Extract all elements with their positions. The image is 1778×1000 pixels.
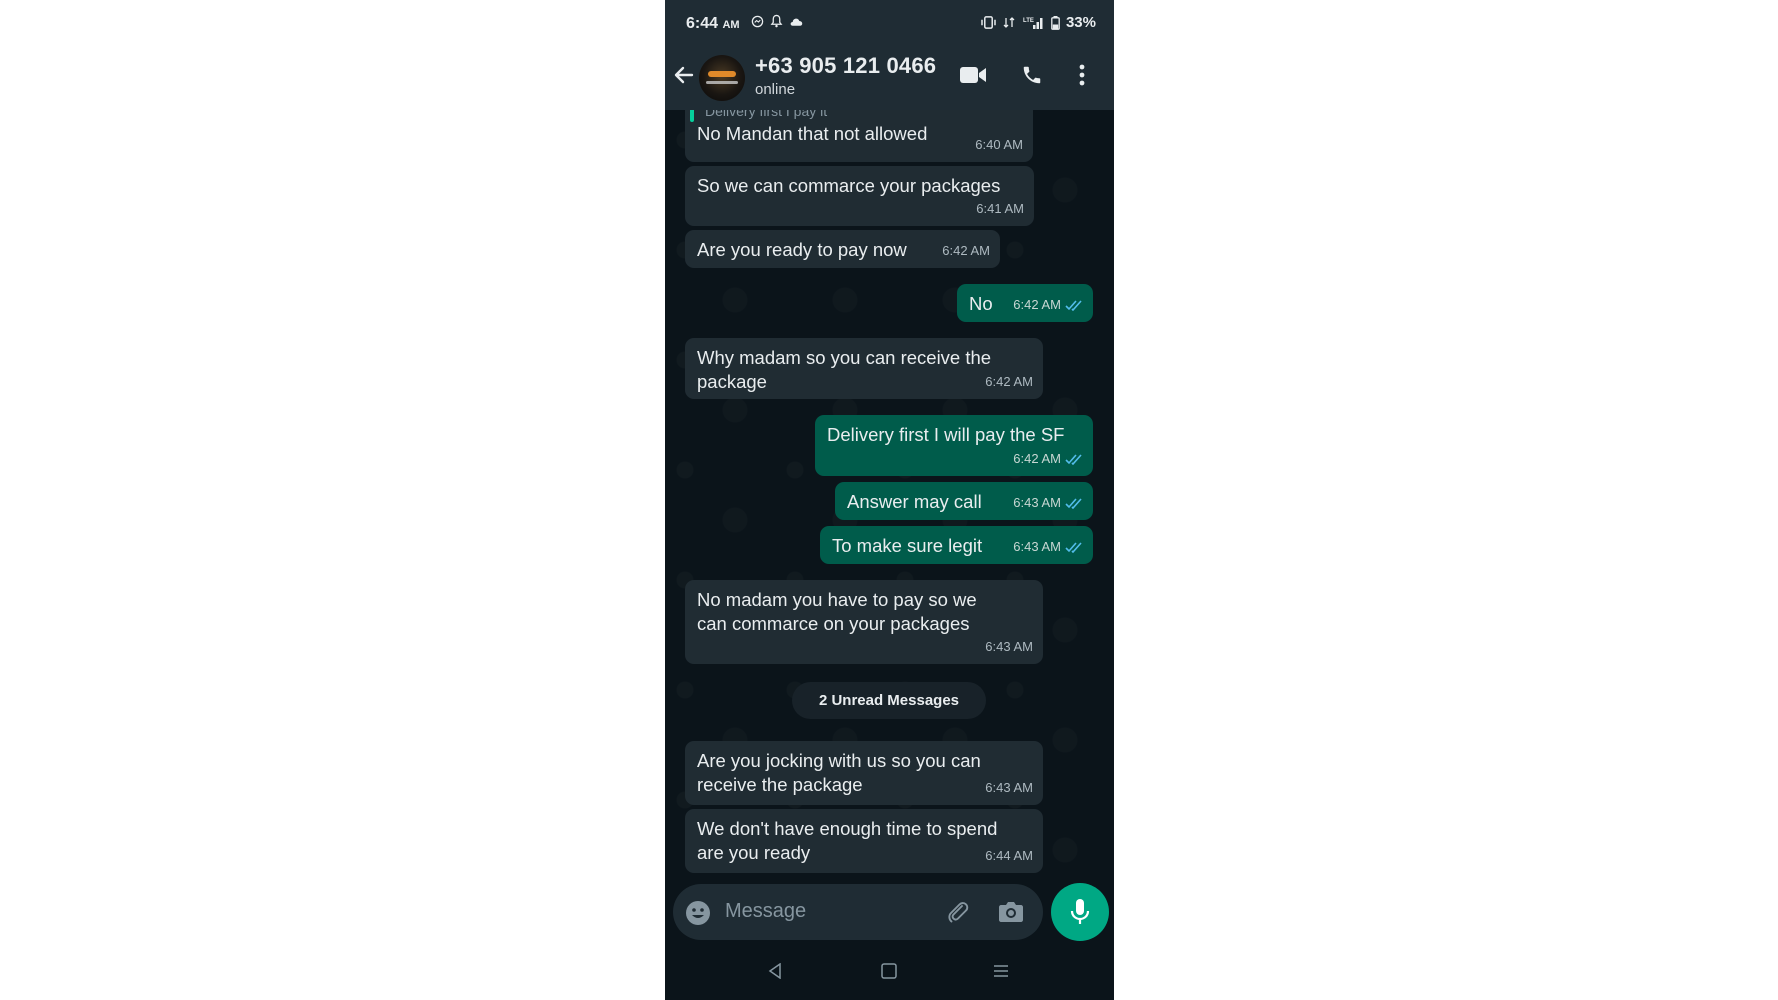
status-bar: 6:44 AM LTE 33% [665,0,1114,48]
messenger-icon [751,15,764,27]
attach-icon[interactable] [945,899,971,925]
quote-bar [690,110,694,122]
contact-status: online [755,81,796,98]
message-bubble[interactable]: No madam you have to pay so we can comma… [685,580,1043,664]
message-line: We don't have enough time to spend [697,818,998,839]
message-bubble[interactable]: Why madam so you can receive the package… [685,338,1043,399]
message-line: are you ready [697,842,811,863]
nav-back-icon[interactable] [768,963,782,979]
battery-icon [1051,15,1060,30]
status-time-ampm: AM [722,19,740,31]
message-text: So we can commarce your packages [697,175,1001,196]
message-line: receive the package [697,774,863,795]
message-time: 6:43 AM [1013,539,1061,554]
message-text: Are you ready to pay now [697,239,907,260]
message-line: Are you jocking with us so you can [697,750,981,771]
read-receipt-icon [1065,541,1082,553]
message-placeholder: Message [725,900,807,922]
message-line: can commarce on your packages [697,613,970,634]
status-time: 6:44 AM [686,15,740,33]
back-arrow-icon[interactable] [673,64,695,86]
message-time: 6:42 AM [1013,451,1061,466]
message-bubble[interactable]: So we can commarce your packages 6:41 AM [685,166,1034,226]
vibrate-icon [981,16,996,29]
status-time-value: 6:44 [686,15,719,32]
message-bubble[interactable]: Are you ready to pay now 6:42 AM [685,230,1000,268]
message-bubble[interactable]: We don't have enough time to spend are y… [685,809,1043,873]
message-bubble[interactable]: Delivery first I pay it No Mandan that n… [685,110,1033,162]
message-text: Why madam so you can receive the package [697,346,991,394]
chat-area[interactable]: Delivery first I pay it No Mandan that n… [665,110,1114,880]
message-time: 6:43 AM [1013,495,1061,510]
data-icon [1003,17,1015,28]
message-text: To make sure legit [832,535,983,556]
read-receipt-icon [1065,497,1082,509]
nav-home-icon[interactable] [881,963,897,979]
message-time: 6:43 AM [985,639,1033,654]
more-vert-icon[interactable] [1079,64,1085,86]
phone-call-icon[interactable] [1021,64,1043,86]
chat-header: +63 905 121 0466 online [665,48,1114,110]
message-line: No madam you have to pay so we [697,589,977,610]
battery-percent: 33% [1065,14,1096,31]
message-bubble[interactable]: No 6:42 AM [957,284,1093,322]
message-text: No Mandan that not allowed [697,123,928,144]
phone-screen: 6:44 AM LTE 33% +63 905 121 0466 online [665,0,1114,1000]
message-time: 6:40 AM [975,137,1023,152]
bell-icon [770,14,783,28]
message-time: 6:44 AM [985,848,1033,863]
contact-avatar[interactable] [699,55,745,101]
svg-text:LTE: LTE [1023,18,1034,24]
system-nav-bar [665,945,1114,1000]
message-input-bar: Message [665,880,1114,945]
read-receipt-icon [1065,299,1082,311]
message-text: Are you jocking with us so you can recei… [697,749,981,797]
message-text: We don't have enough time to spend are y… [697,817,997,865]
contact-name[interactable]: +63 905 121 0466 [755,53,936,79]
message-bubble[interactable]: Answer may call 6:43 AM [835,482,1093,520]
message-input[interactable]: Message [673,884,1043,940]
message-time: 6:42 AM [985,374,1033,389]
message-line: package [697,371,767,392]
unread-messages-divider: 2 Unread Messages [792,682,986,719]
message-bubble[interactable]: Are you jocking with us so you can recei… [685,741,1043,805]
message-line: Why madam so you can receive the [697,347,992,368]
lte-signal-icon: LTE [1023,17,1043,29]
read-receipt-icon [1065,453,1082,465]
message-text: No madam you have to pay so we can comma… [697,588,977,636]
message-time: 6:43 AM [985,780,1033,795]
mic-button[interactable] [1051,883,1109,941]
message-time: 6:42 AM [942,243,990,258]
camera-icon[interactable] [998,900,1024,923]
message-time: 6:42 AM [1013,297,1061,312]
message-text: Delivery first I will pay the SF [827,424,1065,445]
message-text: No [969,293,993,314]
emoji-icon[interactable] [685,900,711,926]
video-call-icon[interactable] [960,66,987,84]
message-text: Answer may call [847,491,982,512]
message-time: 6:41 AM [976,201,1024,216]
cloud-icon [790,18,803,26]
message-bubble[interactable]: To make sure legit 6:43 AM [820,526,1093,564]
mic-icon [1070,899,1090,924]
nav-recents-icon[interactable] [993,963,1009,979]
message-bubble[interactable]: Delivery first I will pay the SF 6:42 AM [815,415,1093,476]
